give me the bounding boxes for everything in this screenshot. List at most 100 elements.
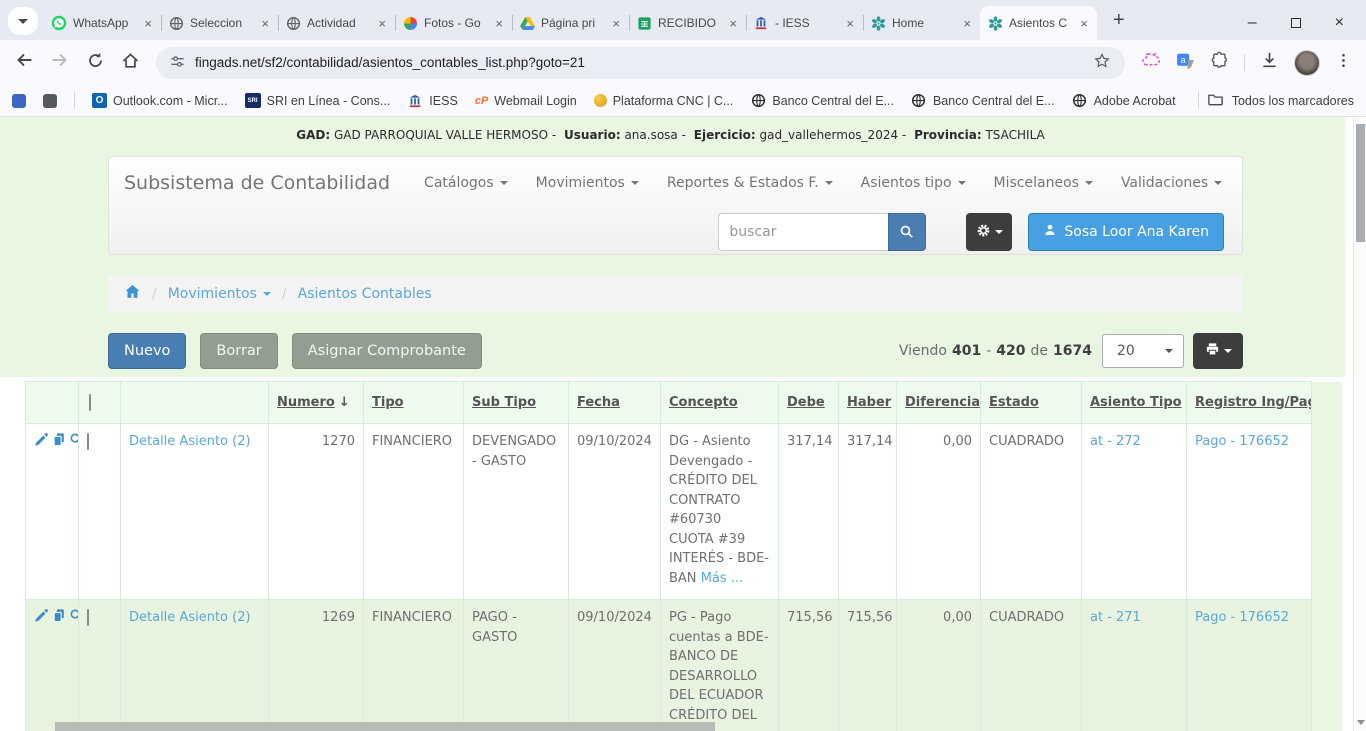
bookmark-sri[interactable]: SRI SRI en Línea - Cons... <box>245 93 391 108</box>
tab-fotos[interactable]: Fotos - Go × <box>395 6 512 40</box>
header-fecha[interactable]: Fecha <box>569 382 661 424</box>
tab-close-icon[interactable]: × <box>259 16 271 31</box>
edit-icon[interactable] <box>34 432 49 454</box>
cell-sub-tipo: DEVENGADO - GASTO <box>464 424 569 600</box>
tab-close-icon[interactable]: × <box>142 16 154 31</box>
select-all-checkbox[interactable] <box>89 394 91 411</box>
vertical-scrollbar[interactable] <box>1353 117 1366 731</box>
edit-icon[interactable] <box>34 608 49 630</box>
window-maximize-button[interactable] <box>1291 18 1301 28</box>
bookmark-outlook[interactable]: O Outlook.com - Micr... <box>92 93 228 108</box>
tab-close-icon[interactable]: × <box>727 16 739 31</box>
search-button[interactable] <box>888 213 926 251</box>
settings-gear-button[interactable] <box>966 213 1012 251</box>
site-settings-icon[interactable] <box>170 54 185 72</box>
view-magnifier-icon[interactable] <box>69 608 79 630</box>
asiento-tipo-link[interactable]: at - 272 <box>1090 434 1141 449</box>
scroll-down-arrow-icon[interactable] <box>1357 720 1365 725</box>
tab-recibido[interactable]: RECIBIDO × <box>629 6 746 40</box>
window-minimize-button[interactable]: – <box>1248 14 1257 32</box>
mas-link[interactable]: Más ... <box>701 571 744 586</box>
row-checkbox[interactable] <box>87 609 89 626</box>
tab-home[interactable]: Home × <box>863 6 980 40</box>
forward-button[interactable] <box>50 50 70 75</box>
profile-avatar[interactable] <box>1294 50 1320 76</box>
header-haber[interactable]: Haber <box>839 382 897 424</box>
menu-validaciones[interactable]: Validaciones <box>1121 175 1222 191</box>
header-estado[interactable]: Estado <box>981 382 1082 424</box>
bookmark-star-icon[interactable] <box>1093 52 1111 73</box>
menu-dots-icon[interactable] <box>1335 52 1352 74</box>
tab-iess[interactable]: - IESS × <box>746 6 863 40</box>
tab-close-icon[interactable]: × <box>376 16 388 31</box>
search-input[interactable] <box>718 213 888 251</box>
bookmark-adobe[interactable]: Adobe Acrobat <box>1072 93 1176 109</box>
menu-reportes[interactable]: Reportes & Estados F. <box>667 175 833 191</box>
tab-seleccion[interactable]: Seleccion × <box>161 6 278 40</box>
detalle-asiento-link[interactable]: Detalle Asiento (2) <box>129 434 251 449</box>
header-registro[interactable]: Registro Ing/Pago <box>1187 382 1312 424</box>
tab-pagina-principal[interactable]: Página pri × <box>512 6 629 40</box>
dark-app-shortcut-icon[interactable] <box>43 94 57 108</box>
tab-close-icon[interactable]: × <box>610 16 622 31</box>
new-tab-button[interactable]: + <box>1105 9 1133 32</box>
menu-movimientos[interactable]: Movimientos <box>536 175 639 191</box>
asiento-tipo-link[interactable]: at - 271 <box>1090 610 1141 625</box>
breadcrumb-movimientos[interactable]: Movimientos <box>168 286 271 302</box>
url-text[interactable]: fingads.net/sf2/contabilidad/asientos_co… <box>195 55 1083 70</box>
horizontal-scrollbar-thumb[interactable] <box>55 722 715 731</box>
menu-miscelaneos[interactable]: Miscelaneos <box>994 175 1093 191</box>
header-asiento-tipo[interactable]: Asiento Tipo <box>1082 382 1187 424</box>
assign-voucher-button[interactable]: Asignar Comprobante <box>292 333 482 369</box>
vertical-scrollbar-thumb[interactable] <box>1356 124 1365 242</box>
header-diferencia[interactable]: Diferencia <box>897 382 981 424</box>
extensions-puzzle-icon[interactable] <box>1210 51 1229 75</box>
registro-link[interactable]: Pago - 176652 <box>1195 434 1289 449</box>
tab-whatsapp[interactable]: WhatsApp × <box>44 6 161 40</box>
home-button[interactable] <box>121 51 140 75</box>
tab-close-icon[interactable]: × <box>844 16 856 31</box>
all-bookmarks-button[interactable]: Todos los marcadores <box>1198 91 1354 111</box>
new-button[interactable]: Nuevo <box>108 333 186 369</box>
copy-icon[interactable] <box>52 608 66 630</box>
user-account-button[interactable]: Sosa Loor Ana Karen <box>1028 213 1224 251</box>
header-tipo[interactable]: Tipo <box>364 382 464 424</box>
copy-icon[interactable] <box>52 432 66 454</box>
header-numero[interactable]: Numero↓ <box>269 382 364 424</box>
tab-title: Fotos - Go <box>424 16 487 30</box>
menu-catalogos[interactable]: Catálogos <box>424 175 508 191</box>
registro-link[interactable]: Pago - 176652 <box>1195 610 1289 625</box>
address-bar[interactable]: fingads.net/sf2/contabilidad/asientos_co… <box>156 47 1125 79</box>
tab-close-icon[interactable]: × <box>493 16 505 31</box>
delete-button[interactable]: Borrar <box>200 333 277 369</box>
tab-close-icon[interactable]: × <box>1078 16 1090 31</box>
blue-app-shortcut-icon[interactable] <box>12 94 26 108</box>
tab-asientos-active[interactable]: Asientos C × <box>980 6 1097 40</box>
downloads-icon[interactable] <box>1260 51 1279 75</box>
breadcrumb-current[interactable]: Asientos Contables <box>298 286 432 302</box>
row-checkbox[interactable] <box>87 433 89 450</box>
header-concepto[interactable]: Concepto <box>661 382 779 424</box>
home-icon[interactable] <box>124 283 141 304</box>
header-sub-tipo[interactable]: Sub Tipo <box>464 382 569 424</box>
bookmark-banco-central-1[interactable]: Banco Central del E... <box>750 93 894 109</box>
bookmark-banco-central-2[interactable]: Banco Central del E... <box>911 93 1055 109</box>
bookmark-iess[interactable]: IESS <box>407 93 458 109</box>
header-debe[interactable]: Debe <box>779 382 839 424</box>
page-size-select[interactable]: 20 <box>1102 334 1184 368</box>
print-button[interactable] <box>1193 333 1243 369</box>
view-magnifier-icon[interactable] <box>69 432 79 454</box>
translate-icon[interactable]: a <box>1176 51 1195 75</box>
menu-asientos-tipo[interactable]: Asientos tipo <box>861 175 966 191</box>
bookmark-webmail[interactable]: cP Webmail Login <box>475 94 577 108</box>
tab-search-button[interactable] <box>8 7 38 35</box>
detalle-asiento-link[interactable]: Detalle Asiento (2) <box>129 610 251 625</box>
tab-actividad[interactable]: Actividad × <box>278 6 395 40</box>
bookmark-cnc[interactable]: Plataforma CNC | C... <box>594 94 734 108</box>
extension-cloud-icon[interactable] <box>1141 50 1161 75</box>
back-button[interactable] <box>14 50 34 75</box>
browser-toolbar: fingads.net/sf2/contabilidad/asientos_co… <box>0 40 1366 85</box>
tab-close-icon[interactable]: × <box>961 16 973 31</box>
reload-button[interactable] <box>86 51 105 75</box>
window-close-button[interactable]: × <box>1335 14 1344 32</box>
